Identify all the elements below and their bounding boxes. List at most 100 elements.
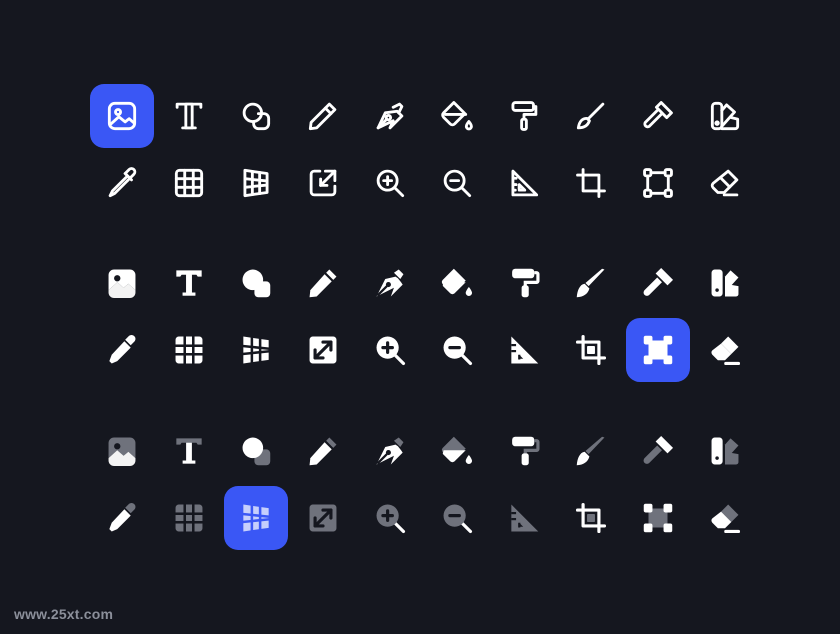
paint-bucket-icon[interactable] [425, 419, 489, 483]
pencil-icon[interactable] [291, 419, 355, 483]
shapes-glyph [242, 102, 271, 131]
pen-tool-glyph [376, 269, 404, 297]
shapes-icon[interactable] [224, 419, 288, 483]
pen-tool-glyph [376, 437, 404, 465]
brush-glyph [576, 268, 605, 298]
swatches-glyph [711, 269, 739, 297]
eraser-icon[interactable] [693, 486, 757, 550]
scale-icon[interactable] [291, 486, 355, 550]
scale-glyph [309, 504, 337, 532]
zoom-out-icon[interactable] [425, 151, 489, 215]
scale-icon[interactable] [291, 151, 355, 215]
eyedropper-icon[interactable] [90, 318, 154, 382]
ruler-triangle-icon[interactable] [492, 318, 556, 382]
perspective-grid-icon[interactable] [224, 318, 288, 382]
swatches-glyph [710, 101, 740, 131]
eyedropper-icon[interactable] [90, 486, 154, 550]
text-icon[interactable] [157, 84, 221, 148]
hammer-icon[interactable] [626, 251, 690, 315]
zoom-in-glyph [376, 169, 405, 198]
paint-roller-icon[interactable] [492, 251, 556, 315]
ruler-triangle-icon[interactable] [492, 486, 556, 550]
grid-icon[interactable] [157, 486, 221, 550]
hammer-icon[interactable] [626, 419, 690, 483]
zoom-out-glyph [443, 336, 473, 366]
zoom-out-glyph [443, 504, 473, 534]
eyedropper-glyph [108, 167, 137, 198]
grid-icon[interactable] [157, 151, 221, 215]
perspective-grid-icon[interactable] [224, 151, 288, 215]
zoom-in-icon[interactable] [358, 151, 422, 215]
pen-tool-icon[interactable] [358, 419, 422, 483]
grid-glyph [174, 503, 204, 533]
zoom-out-glyph [443, 169, 472, 198]
swatches-icon[interactable] [693, 419, 757, 483]
paint-bucket-glyph [441, 101, 473, 131]
brush-icon[interactable] [559, 419, 623, 483]
eraser-icon[interactable] [693, 318, 757, 382]
eraser-glyph [710, 169, 739, 197]
crop-icon[interactable] [559, 151, 623, 215]
swatches-icon[interactable] [693, 84, 757, 148]
eyedropper-glyph [109, 502, 136, 532]
image-glyph [108, 437, 136, 467]
pen-tool-icon[interactable] [358, 84, 422, 148]
text-glyph [176, 438, 202, 464]
pencil-icon[interactable] [291, 84, 355, 148]
vector-selection-icon[interactable] [626, 486, 690, 550]
image-icon[interactable] [90, 251, 154, 315]
shapes-icon[interactable] [224, 251, 288, 315]
zoom-out-icon[interactable] [425, 318, 489, 382]
grid-glyph [174, 335, 204, 365]
eraser-glyph [711, 504, 741, 534]
eraser-icon[interactable] [693, 151, 757, 215]
paint-bucket-icon[interactable] [425, 251, 489, 315]
grid-icon[interactable] [157, 318, 221, 382]
zoom-in-glyph [376, 504, 406, 534]
image-icon[interactable] [90, 419, 154, 483]
brush-icon[interactable] [559, 84, 623, 148]
pencil-icon[interactable] [291, 251, 355, 315]
image-glyph [108, 269, 136, 299]
image-icon[interactable] [90, 84, 154, 148]
brush-icon[interactable] [559, 251, 623, 315]
crop-icon[interactable] [559, 486, 623, 550]
crop-glyph [575, 502, 607, 534]
paint-roller-icon[interactable] [492, 419, 556, 483]
crop-glyph [575, 334, 607, 366]
ruler-triangle-glyph [511, 504, 539, 532]
text-icon[interactable] [157, 419, 221, 483]
brush-glyph [576, 436, 605, 466]
zoom-out-icon[interactable] [425, 486, 489, 550]
ruler-triangle-icon[interactable] [492, 151, 556, 215]
vector-selection-icon[interactable] [626, 318, 690, 382]
paint-bucket-glyph [441, 268, 473, 296]
icon-row-1 [90, 251, 760, 315]
hammer-glyph [643, 267, 674, 296]
hammer-glyph [643, 101, 673, 129]
eyedropper-icon[interactable] [90, 151, 154, 215]
perspective-grid-icon[interactable] [224, 486, 288, 550]
pencil-glyph [308, 102, 337, 131]
zoom-in-icon[interactable] [358, 486, 422, 550]
vector-selection-icon[interactable] [626, 151, 690, 215]
crop-icon[interactable] [559, 318, 623, 382]
swatches-icon[interactable] [693, 251, 757, 315]
icon-row-1 [90, 419, 760, 483]
crop-glyph [576, 168, 606, 198]
text-icon[interactable] [157, 251, 221, 315]
hammer-icon[interactable] [626, 84, 690, 148]
eyedropper-glyph [109, 334, 136, 364]
pen-tool-icon[interactable] [358, 251, 422, 315]
pencil-glyph [309, 269, 337, 298]
paint-bucket-icon[interactable] [425, 84, 489, 148]
eraser-glyph [711, 336, 741, 366]
paint-roller-icon[interactable] [492, 84, 556, 148]
paint-roller-glyph [511, 101, 538, 131]
paint-roller-glyph [512, 436, 540, 466]
scale-icon[interactable] [291, 318, 355, 382]
grid-glyph [174, 168, 204, 198]
zoom-in-icon[interactable] [358, 318, 422, 382]
zoom-in-glyph [376, 336, 406, 366]
shapes-icon[interactable] [224, 84, 288, 148]
